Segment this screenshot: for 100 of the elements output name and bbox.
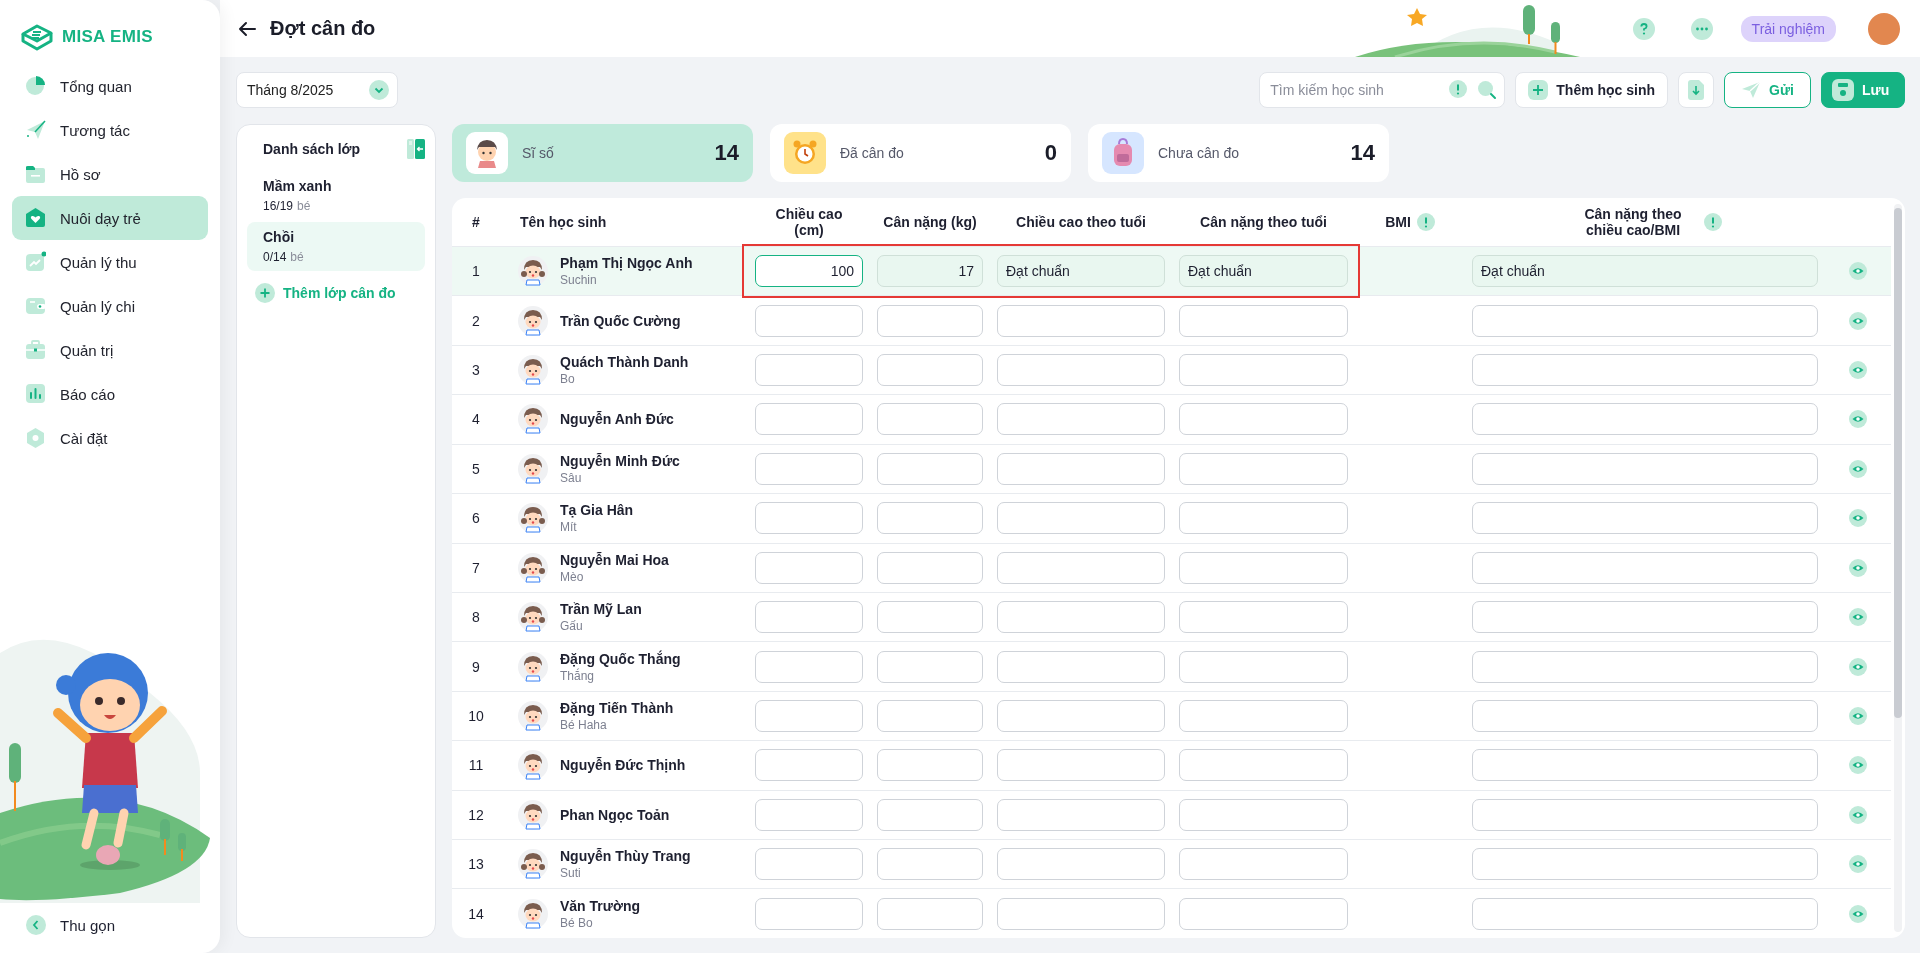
table-row[interactable]: 14 Văn Trường Bé Bo — [452, 889, 1891, 938]
table-row[interactable]: 2 Trần Quốc Cường — [452, 296, 1891, 346]
input-field[interactable] — [997, 304, 1165, 337]
input-field[interactable] — [755, 897, 863, 930]
input-field[interactable] — [877, 700, 983, 732]
input-field[interactable] — [997, 354, 1165, 387]
input-field[interactable]: Đạt chuẩn — [1472, 255, 1818, 288]
input-field[interactable] — [755, 700, 863, 732]
table-row[interactable]: 3 Quách Thành Danh Bo — [452, 345, 1891, 396]
input-field[interactable] — [1472, 798, 1818, 831]
input-field[interactable]: Đạt chuẩn — [997, 255, 1165, 288]
input-field[interactable] — [755, 304, 863, 337]
input-field[interactable] — [877, 601, 983, 634]
scrollbar[interactable] — [1894, 204, 1902, 932]
nav-item[interactable]: Hồ sơ — [12, 152, 208, 196]
table-row[interactable]: 8 Trần Mỹ Lan Gấu — [452, 592, 1891, 643]
input-field[interactable] — [755, 798, 863, 831]
collapse-panel-icon[interactable] — [407, 139, 425, 159]
input-field[interactable] — [1179, 798, 1348, 831]
search-field[interactable]: Tìm kiếm học sinh — [1259, 72, 1506, 108]
eye-icon[interactable] — [1849, 509, 1867, 528]
table-row[interactable]: 9 Đặng Quốc Thắng Thắng — [452, 642, 1891, 692]
table-row[interactable]: 5 Nguyễn Minh Đức Sâu — [452, 444, 1891, 495]
input-field[interactable]: 17 — [877, 255, 983, 288]
input-field[interactable] — [1179, 749, 1348, 782]
input-field[interactable] — [877, 403, 983, 436]
input-field[interactable] — [755, 452, 863, 485]
input-field[interactable]: Đạt chuẩn — [1179, 255, 1348, 288]
input-field[interactable] — [755, 650, 863, 683]
input-field[interactable] — [1179, 848, 1348, 881]
input-field[interactable] — [1472, 354, 1818, 387]
eye-icon[interactable] — [1849, 855, 1867, 874]
period-dropdown[interactable]: Tháng 8/2025 — [236, 72, 398, 108]
input-field[interactable] — [1472, 749, 1818, 782]
collapse-button[interactable]: Thu gọn — [0, 903, 220, 947]
input-field[interactable] — [755, 354, 863, 387]
input-field[interactable] — [997, 798, 1165, 831]
class-item[interactable]: Mầm xanh 16/19 bé — [247, 171, 425, 220]
eye-icon[interactable] — [1849, 756, 1867, 775]
input-field[interactable] — [1179, 897, 1348, 930]
eye-icon[interactable] — [1849, 361, 1867, 380]
class-item[interactable]: Chồi 0/14 bé — [247, 222, 425, 271]
eye-icon[interactable] — [1849, 707, 1867, 725]
input-field[interactable] — [997, 403, 1165, 436]
eye-icon[interactable] — [1849, 410, 1867, 429]
input-field[interactable] — [755, 601, 863, 634]
table-row[interactable]: 12 Phan Ngọc Toản — [452, 790, 1891, 841]
input-field[interactable] — [1472, 452, 1818, 485]
input-field[interactable] — [877, 798, 983, 831]
eye-icon[interactable] — [1849, 459, 1867, 478]
eye-icon[interactable] — [1849, 608, 1867, 627]
input-field[interactable] — [877, 749, 983, 782]
eye-icon[interactable] — [1849, 904, 1867, 923]
input-field[interactable] — [997, 749, 1165, 782]
eye-icon[interactable] — [1849, 558, 1867, 577]
input-field[interactable] — [877, 354, 983, 387]
input-field[interactable] — [877, 650, 983, 683]
table-row[interactable]: 4 Nguyễn Anh Đức — [452, 395, 1891, 445]
stat-card[interactable]: Sĩ số 14 — [452, 124, 753, 182]
input-field[interactable] — [755, 551, 863, 584]
input-field[interactable] — [997, 848, 1165, 881]
eye-icon[interactable] — [1849, 805, 1867, 824]
input-field[interactable] — [1472, 403, 1818, 436]
nav-item[interactable]: Nuôi dạy trẻ — [12, 196, 208, 240]
input-field[interactable] — [1472, 502, 1818, 535]
input-field[interactable] — [1179, 601, 1348, 634]
input-field[interactable] — [1179, 551, 1348, 584]
nav-item[interactable]: Tương tác — [12, 108, 208, 152]
nav-item[interactable]: Tổng quan — [12, 64, 208, 108]
input-field[interactable] — [997, 502, 1165, 535]
table-row[interactable]: 7 Nguyễn Mai Hoa Mèo — [452, 543, 1891, 593]
eye-icon[interactable] — [1849, 657, 1867, 676]
nav-item[interactable]: Quản lý thu — [12, 240, 208, 284]
nav-item[interactable]: Cài đặt — [12, 416, 208, 460]
input-field[interactable] — [755, 502, 863, 535]
input-field[interactable] — [755, 848, 863, 881]
input-field[interactable] — [997, 601, 1165, 634]
input-field[interactable] — [1472, 601, 1818, 634]
input-field[interactable] — [997, 700, 1165, 732]
table-row[interactable]: 13 Nguyễn Thùy Trang Suti — [452, 840, 1891, 890]
input-field[interactable] — [877, 551, 983, 584]
input-field[interactable] — [877, 502, 983, 535]
add-student-button[interactable]: Thêm học sinh — [1515, 72, 1669, 108]
table-row[interactable]: 6 Tạ Gia Hân Mít — [452, 494, 1891, 544]
table-row[interactable]: 10 Đặng Tiến Thành Bé Haha — [452, 691, 1891, 742]
input-field[interactable] — [877, 452, 983, 485]
input-field[interactable] — [997, 897, 1165, 930]
input-field[interactable] — [1179, 304, 1348, 337]
nav-item[interactable]: Báo cáo — [12, 372, 208, 416]
input-field[interactable] — [1472, 848, 1818, 881]
input-field[interactable] — [1472, 551, 1818, 584]
input-field[interactable] — [1472, 700, 1818, 732]
more-icon[interactable] — [1690, 17, 1713, 40]
input-field[interactable] — [1179, 700, 1348, 732]
input-field[interactable] — [755, 403, 863, 436]
input-field[interactable] — [1179, 452, 1348, 485]
table-row[interactable]: 1 Phạm Thị Ngọc Anh Suchin 100 17 Đạt chuẩn Đạt chuẩn Đạt chuẩn — [452, 247, 1891, 297]
input-field[interactable] — [1472, 304, 1818, 337]
input-field[interactable] — [1179, 502, 1348, 535]
input-field[interactable] — [1472, 650, 1818, 683]
